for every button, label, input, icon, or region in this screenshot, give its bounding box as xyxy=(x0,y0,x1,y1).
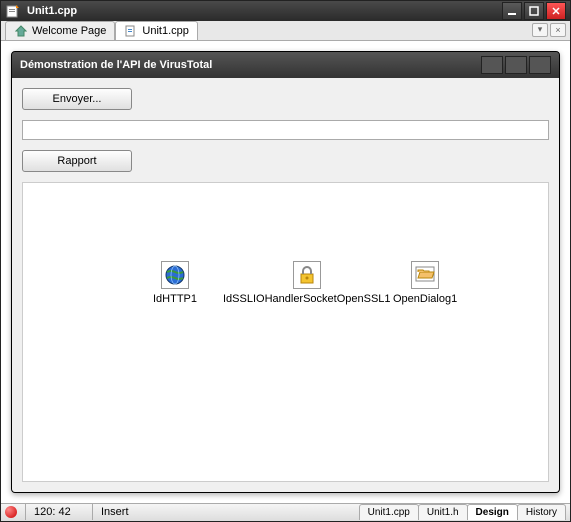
view-tab-unit-h[interactable]: Unit1.h xyxy=(418,504,468,520)
form-designer-window: Démonstration de l'API de VirusTotal Env… xyxy=(11,51,560,493)
tabbar-controls: ▾ × xyxy=(532,23,566,37)
component-idhttp[interactable]: IdHTTP1 xyxy=(153,261,197,305)
view-tab-design[interactable]: Design xyxy=(467,504,518,520)
close-button[interactable] xyxy=(546,2,566,20)
component-label: IdHTTP1 xyxy=(153,293,197,305)
cursor-position: 120: 42 xyxy=(34,506,84,518)
view-tabs: Unit1.cpp Unit1.h Design History xyxy=(360,504,566,520)
text-input[interactable] xyxy=(22,120,549,140)
lock-icon xyxy=(293,261,321,289)
statusbar: 120: 42 Insert Unit1.cpp Unit1.h Design … xyxy=(1,503,570,521)
form-title: Démonstration de l'API de VirusTotal xyxy=(20,59,479,71)
component-idssl[interactable]: IdSSLIOHandlerSocketOpenSSL1 xyxy=(223,261,391,305)
view-tab-unit-cpp[interactable]: Unit1.cpp xyxy=(359,504,419,520)
content-area: Démonstration de l'API de VirusTotal Env… xyxy=(1,41,570,503)
component-label: OpenDialog1 xyxy=(393,293,457,305)
form-body: Envoyer... Rapport IdHTTP1 xyxy=(12,78,559,492)
report-button[interactable]: Rapport xyxy=(22,150,132,172)
form-titlebar: Démonstration de l'API de VirusTotal xyxy=(12,52,559,78)
minimize-button[interactable] xyxy=(502,2,522,20)
tab-dropdown-button[interactable]: ▾ xyxy=(532,23,548,37)
document-tabbar: Welcome Page Unit1.cpp ▾ × xyxy=(1,21,570,41)
form-minimize-button[interactable] xyxy=(481,56,503,74)
view-tab-history[interactable]: History xyxy=(517,504,566,520)
record-macro-icon[interactable] xyxy=(5,506,17,518)
component-opendialog[interactable]: OpenDialog1 xyxy=(393,261,457,305)
tab-unit1-cpp[interactable]: Unit1.cpp xyxy=(115,21,197,40)
maximize-button[interactable] xyxy=(524,2,544,20)
form-maximize-button[interactable] xyxy=(505,56,527,74)
titlebar: Unit1.cpp xyxy=(1,1,570,21)
tab-label: Unit1.cpp xyxy=(142,25,188,37)
insert-mode[interactable]: Insert xyxy=(101,506,151,518)
folder-open-icon xyxy=(411,261,439,289)
tab-welcome-page[interactable]: Welcome Page xyxy=(5,21,115,40)
app-icon xyxy=(5,3,21,19)
window-title: Unit1.cpp xyxy=(27,5,500,17)
component-canvas[interactable]: IdHTTP1 IdSSLIOHandlerSocketOpenSSL1 Ope… xyxy=(22,182,549,482)
button-row: Envoyer... xyxy=(22,88,549,110)
tab-label: Welcome Page xyxy=(32,25,106,37)
separator xyxy=(92,504,93,520)
cpp-file-icon xyxy=(124,24,138,38)
separator xyxy=(25,504,26,520)
component-label: IdSSLIOHandlerSocketOpenSSL1 xyxy=(223,293,391,305)
button-row: Rapport xyxy=(22,150,549,172)
form-close-button[interactable] xyxy=(529,56,551,74)
globe-icon xyxy=(161,261,189,289)
home-icon xyxy=(14,24,28,38)
send-button[interactable]: Envoyer... xyxy=(22,88,132,110)
main-window: Unit1.cpp Welcome Page Unit1.cpp ▾ × Dém… xyxy=(0,0,571,522)
tab-close-button[interactable]: × xyxy=(550,23,566,37)
